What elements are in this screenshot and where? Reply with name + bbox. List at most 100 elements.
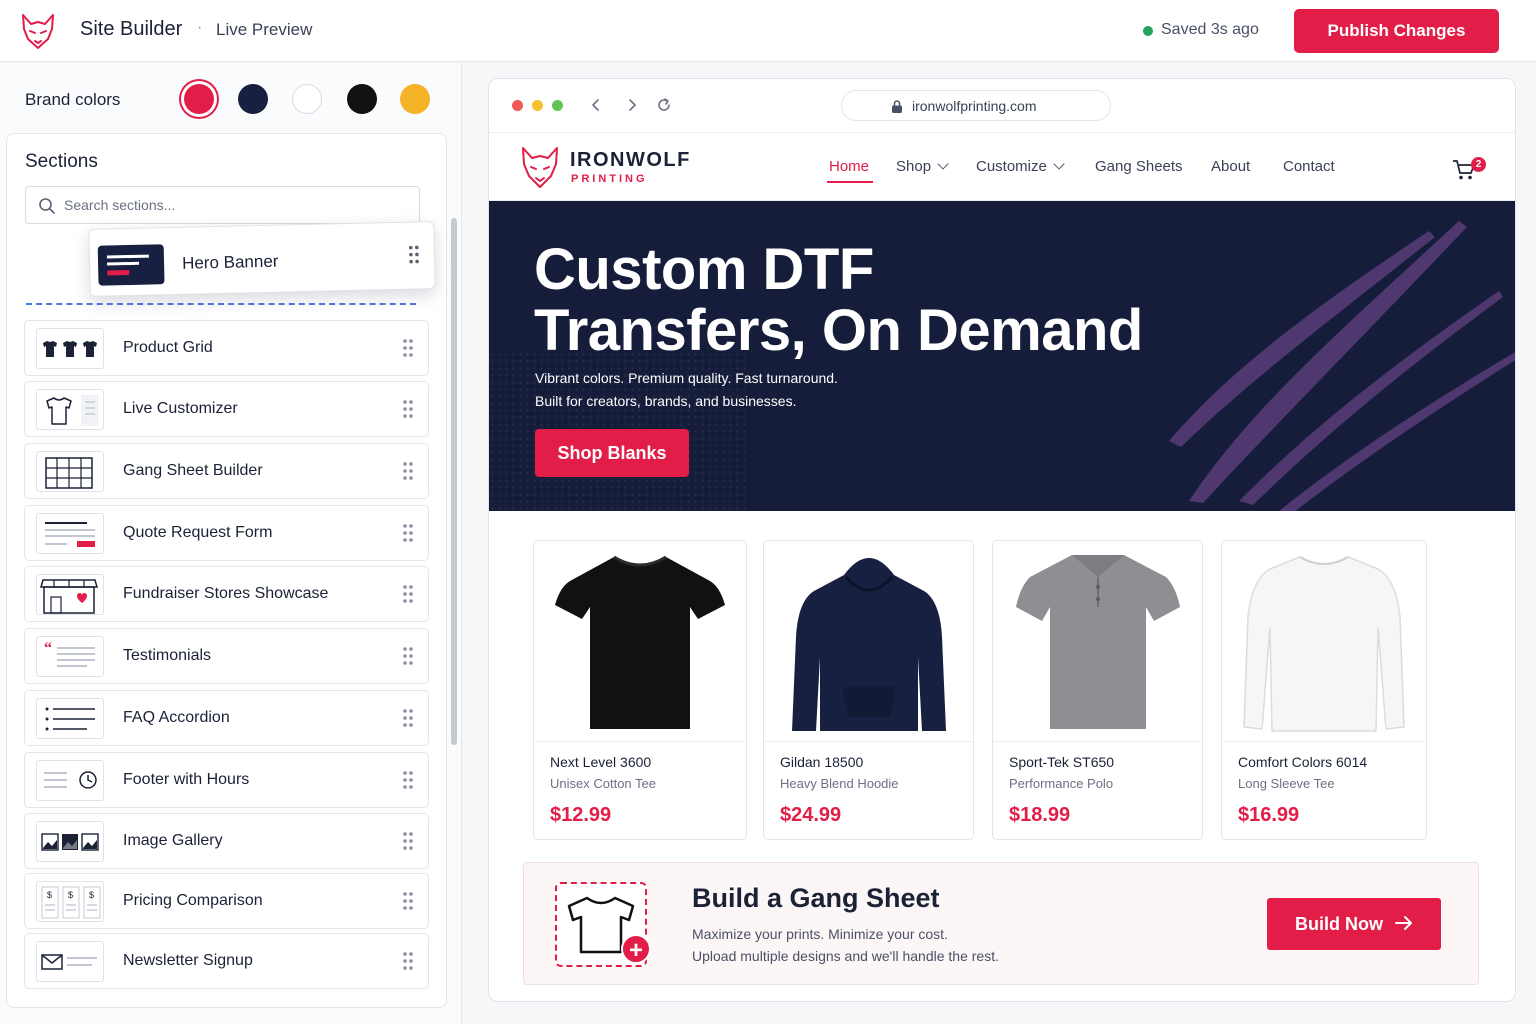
arrow-right-icon: [1395, 916, 1412, 930]
nav-customize-label: Customize: [976, 158, 1047, 175]
hero-subtext: Vibrant colors. Premium quality. Fast tu…: [535, 367, 838, 413]
brand-color-swatch-red[interactable]: [184, 84, 214, 114]
product-description: Unisex Cotton Tee: [550, 776, 656, 791]
window-minimize-dot[interactable]: [532, 100, 543, 111]
product-name: Gildan 18500: [780, 754, 864, 770]
lock-icon: [892, 100, 902, 113]
section-item-faq-accordion[interactable]: FAQ Accordion: [24, 690, 429, 746]
shop-blanks-button[interactable]: Shop Blanks: [535, 429, 689, 477]
brand-color-swatch-black[interactable]: [347, 84, 377, 114]
drag-handle-icon[interactable]: [402, 523, 414, 543]
brand-colors-label: Brand colors: [25, 90, 121, 109]
section-item-product-grid[interactable]: Product Grid: [24, 320, 429, 376]
hero-banner-thumb-icon: [97, 244, 165, 286]
publish-changes-button[interactable]: Publish Changes: [1294, 9, 1499, 53]
nav-home[interactable]: Home: [829, 158, 869, 175]
grid-thumb-icon: [36, 451, 104, 492]
mail-thumb-icon: [36, 941, 104, 982]
section-item-quote-request-form[interactable]: Quote Request Form: [24, 505, 429, 561]
product-description: Performance Polo: [1009, 776, 1114, 791]
dragging-section-label: Hero Banner: [181, 251, 279, 273]
drag-handle-icon[interactable]: [402, 708, 414, 728]
site-logo-name[interactable]: IRONWOLF: [570, 149, 691, 172]
drag-handle-icon[interactable]: [402, 338, 414, 358]
title-separator: ·: [197, 19, 203, 36]
nav-home-label: Home: [829, 158, 870, 175]
section-item-label: Live Customizer: [123, 400, 238, 417]
drag-handle-icon[interactable]: [402, 399, 414, 419]
address-bar[interactable]: ironwolfprinting.com: [841, 90, 1111, 121]
brand-color-swatch-white[interactable]: [292, 84, 322, 114]
saved-status: Saved 3s ago: [1161, 21, 1259, 38]
section-item-live-customizer[interactable]: Live Customizer: [24, 381, 429, 437]
hoodie-icon: [791, 558, 946, 731]
gang-sheet-title: Build a Gang Sheet: [692, 883, 940, 913]
section-item-label: Footer with Hours: [123, 771, 250, 788]
product-image-tshirt: [534, 541, 746, 742]
section-item-label: FAQ Accordion: [123, 709, 230, 726]
section-item-fundraiser-stores-showcase[interactable]: Fundraiser Stores Showcase: [24, 566, 429, 622]
drag-handle-icon[interactable]: [402, 831, 414, 851]
product-name: Comfort Colors 6014: [1238, 754, 1368, 770]
nav-gang-sheets[interactable]: Gang Sheets: [1095, 158, 1183, 175]
product-card[interactable]: Next Level 3600 Unisex Cotton Tee $12.99: [533, 540, 747, 840]
sections-scrollbar[interactable]: [451, 218, 457, 745]
product-card[interactable]: Sport-Tek ST650 Performance Polo $18.99: [992, 540, 1203, 840]
drag-handle-icon[interactable]: [402, 891, 414, 911]
chevron-down-icon: [1053, 158, 1065, 170]
drag-handle-icon[interactable]: [402, 461, 414, 481]
product-name: Sport-Tek ST650: [1009, 754, 1115, 770]
url-text: ironwolfprinting.com: [912, 98, 1037, 114]
gang-sheet-subtext-line1: Maximize your prints. Minimize your cost…: [692, 926, 948, 942]
product-price: $24.99: [780, 804, 842, 826]
section-item-label: Product Grid: [123, 339, 213, 356]
product-card[interactable]: Comfort Colors 6014 Long Sleeve Tee $16.…: [1221, 540, 1427, 840]
back-arrow-icon[interactable]: [585, 94, 607, 116]
section-item-footer-with-hours[interactable]: Footer with Hours: [24, 752, 429, 808]
dragging-section-hero-banner[interactable]: Hero Banner: [88, 221, 436, 297]
nav-about[interactable]: About: [1211, 158, 1250, 175]
nav-customize[interactable]: Customize: [976, 158, 1065, 175]
gang-sheet-subtext-line2: Upload multiple designs and we'll handle…: [692, 948, 999, 964]
window-close-dot[interactable]: [512, 100, 523, 111]
window-maximize-dot[interactable]: [552, 100, 563, 111]
sections-title: Sections: [25, 151, 98, 172]
preview-browser-window: ironwolfprinting.com IRONWOLF PRINTING H…: [488, 78, 1516, 1002]
product-price: $18.99: [1009, 804, 1071, 826]
saved-status-dot: [1143, 26, 1153, 36]
section-item-image-gallery[interactable]: Image Gallery: [24, 813, 429, 869]
product-price: $12.99: [550, 804, 612, 826]
tshirt-icon: [555, 555, 725, 729]
brand-color-swatch-yellow[interactable]: [400, 84, 430, 114]
svg-text:$: $: [68, 890, 73, 900]
section-item-pricing-comparison[interactable]: $ $ $ Pricing Comparison: [24, 873, 429, 929]
drag-handle-icon[interactable]: [402, 770, 414, 790]
drag-handle-icon[interactable]: [402, 646, 414, 666]
hero-banner: Custom DTF Transfers, On Demand Vibrant …: [489, 201, 1515, 511]
nav-shop[interactable]: Shop: [896, 158, 949, 175]
section-item-testimonials[interactable]: “ Testimonials: [24, 628, 429, 684]
product-price: $16.99: [1238, 804, 1300, 826]
drag-handle-icon[interactable]: [402, 584, 414, 604]
gang-sheet-subtext: Maximize your prints. Minimize your cost…: [692, 923, 999, 967]
cart-count-badge: 2: [1471, 157, 1486, 172]
build-now-button[interactable]: Build Now: [1267, 898, 1441, 950]
reload-icon[interactable]: [653, 94, 675, 116]
gallery-thumb-icon: [36, 821, 104, 862]
wolf-logo-icon[interactable]: [519, 144, 561, 190]
nav-about-label: About: [1211, 158, 1251, 175]
brand-color-swatch-navy[interactable]: [238, 84, 268, 114]
section-item-label: Newsletter Signup: [123, 952, 253, 969]
section-item-gang-sheet-builder[interactable]: Gang Sheet Builder: [24, 443, 429, 499]
drag-handle-icon[interactable]: [408, 244, 420, 264]
section-item-newsletter-signup[interactable]: Newsletter Signup: [24, 933, 429, 989]
search-sections-input[interactable]: [64, 187, 414, 223]
section-item-label: Fundraiser Stores Showcase: [123, 585, 329, 602]
site-logo-subtitle: PRINTING: [571, 173, 648, 185]
nav-contact[interactable]: Contact: [1283, 158, 1335, 175]
forward-arrow-icon[interactable]: [621, 94, 643, 116]
drag-handle-icon[interactable]: [402, 951, 414, 971]
product-card[interactable]: Gildan 18500 Heavy Blend Hoodie $24.99: [763, 540, 974, 840]
site-header: IRONWOLF PRINTING Home Shop Customize Ga…: [489, 134, 1515, 201]
hero-headline-line1: Custom DTF: [534, 237, 874, 302]
